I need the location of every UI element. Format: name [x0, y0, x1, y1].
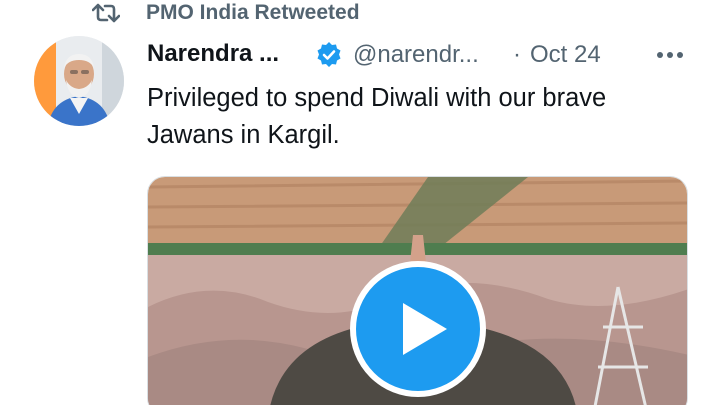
- user-handle[interactable]: @narendr...: [353, 41, 479, 69]
- video-thumbnail[interactable]: [147, 176, 688, 405]
- tweet-header: Narendra ... @narendr... · Oct 24: [147, 38, 687, 72]
- verified-badge-icon: [317, 42, 341, 67]
- tweet-timestamp[interactable]: Oct 24: [530, 41, 601, 69]
- avatar[interactable]: [34, 36, 124, 126]
- display-name[interactable]: Narendra ...: [147, 40, 279, 68]
- retweet-icon: [92, 3, 120, 23]
- retweeted-by-label[interactable]: PMO India Retweeted: [146, 1, 360, 25]
- play-icon: [403, 303, 447, 355]
- play-button[interactable]: [350, 261, 486, 397]
- avatar-image: [34, 36, 124, 126]
- separator-dot: ·: [513, 41, 521, 68]
- tweet-text: Privileged to spend Diwali with our brav…: [147, 84, 607, 149]
- more-options-icon[interactable]: [653, 42, 687, 68]
